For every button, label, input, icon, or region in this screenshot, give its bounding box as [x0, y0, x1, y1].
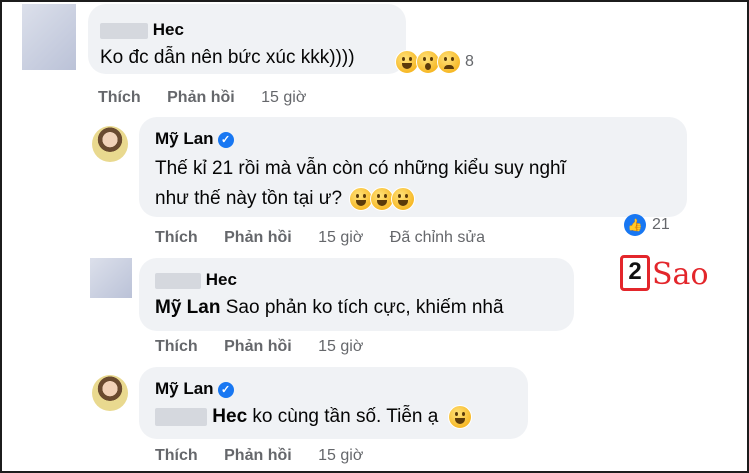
comment-actions: Thích Phản hồi 15 giờ — [155, 338, 385, 356]
verified-icon: ✓ — [217, 381, 234, 398]
comment-actions: Thích Phản hồi 15 giờ — [98, 89, 328, 107]
avatar[interactable] — [92, 375, 128, 411]
like-link[interactable]: Thích — [155, 229, 198, 246]
comment-text: Thế kỉ 21 rồi mà vẫn còn có những kiểu s… — [155, 158, 566, 179]
reaction-summary[interactable]: 👍 21 — [624, 214, 670, 236]
comment-author[interactable]: Mỹ Lan ✓ — [155, 129, 234, 149]
like-link[interactable]: Thích — [155, 338, 198, 355]
edited-label[interactable]: Đã chỉnh sửa — [390, 229, 485, 246]
reaction-count: 21 — [652, 216, 670, 233]
reply-link[interactable]: Phản hồi — [224, 338, 292, 355]
comment-actions: Thích Phản hồi 15 giờ Đã chỉnh sửa — [155, 229, 507, 247]
like-icon: 👍 — [624, 214, 646, 236]
avatar[interactable] — [92, 126, 128, 162]
like-link[interactable]: Thích — [155, 447, 198, 464]
sad-icon — [437, 50, 461, 74]
grin-icon — [447, 405, 472, 429]
reply-link[interactable]: Phản hồi — [224, 229, 292, 246]
timestamp[interactable]: 15 giờ — [261, 89, 306, 106]
comment-author[interactable]: Hec — [155, 270, 237, 290]
timestamp[interactable]: 15 giờ — [318, 229, 363, 246]
reaction-count: 8 — [465, 53, 474, 70]
timestamp[interactable]: 15 giờ — [318, 447, 363, 464]
comment-author[interactable]: Mỹ Lan ✓ — [155, 379, 234, 399]
reaction-summary[interactable]: 8 — [395, 50, 474, 74]
logo-box: 2 — [620, 255, 650, 291]
like-link[interactable]: Thích — [98, 89, 141, 106]
blurred-name — [155, 272, 201, 289]
blurred-name — [155, 408, 207, 426]
comment-actions: Thích Phản hồi 15 giờ — [155, 447, 385, 465]
mention[interactable]: Hec — [212, 406, 247, 427]
avatar[interactable] — [22, 4, 76, 70]
blurred-name — [100, 22, 148, 39]
comment-text: Hec ko cùng tần số. Tiễn ạ — [155, 405, 472, 429]
comment-author[interactable]: Hec — [100, 20, 184, 40]
comment-text: Ko đc dẫn nên bức xúc kkk)))) — [100, 47, 355, 68]
comment-bubble — [139, 258, 574, 331]
avatar[interactable] — [90, 258, 132, 298]
reply-link[interactable]: Phản hồi — [224, 447, 292, 464]
verified-icon: ✓ — [217, 131, 234, 148]
reply-link[interactable]: Phản hồi — [167, 89, 235, 106]
comment-text: Mỹ Lan Sao phản ko tích cực, khiếm nhã — [155, 297, 504, 318]
laughing-icon — [391, 187, 416, 211]
comment-text: như thế này tồn tại ư? — [155, 187, 416, 211]
logo-text: Sao — [652, 257, 709, 292]
watermark-logo: 2 Sao — [620, 255, 709, 291]
timestamp[interactable]: 15 giờ — [318, 338, 363, 355]
mention[interactable]: Mỹ Lan — [155, 297, 220, 318]
